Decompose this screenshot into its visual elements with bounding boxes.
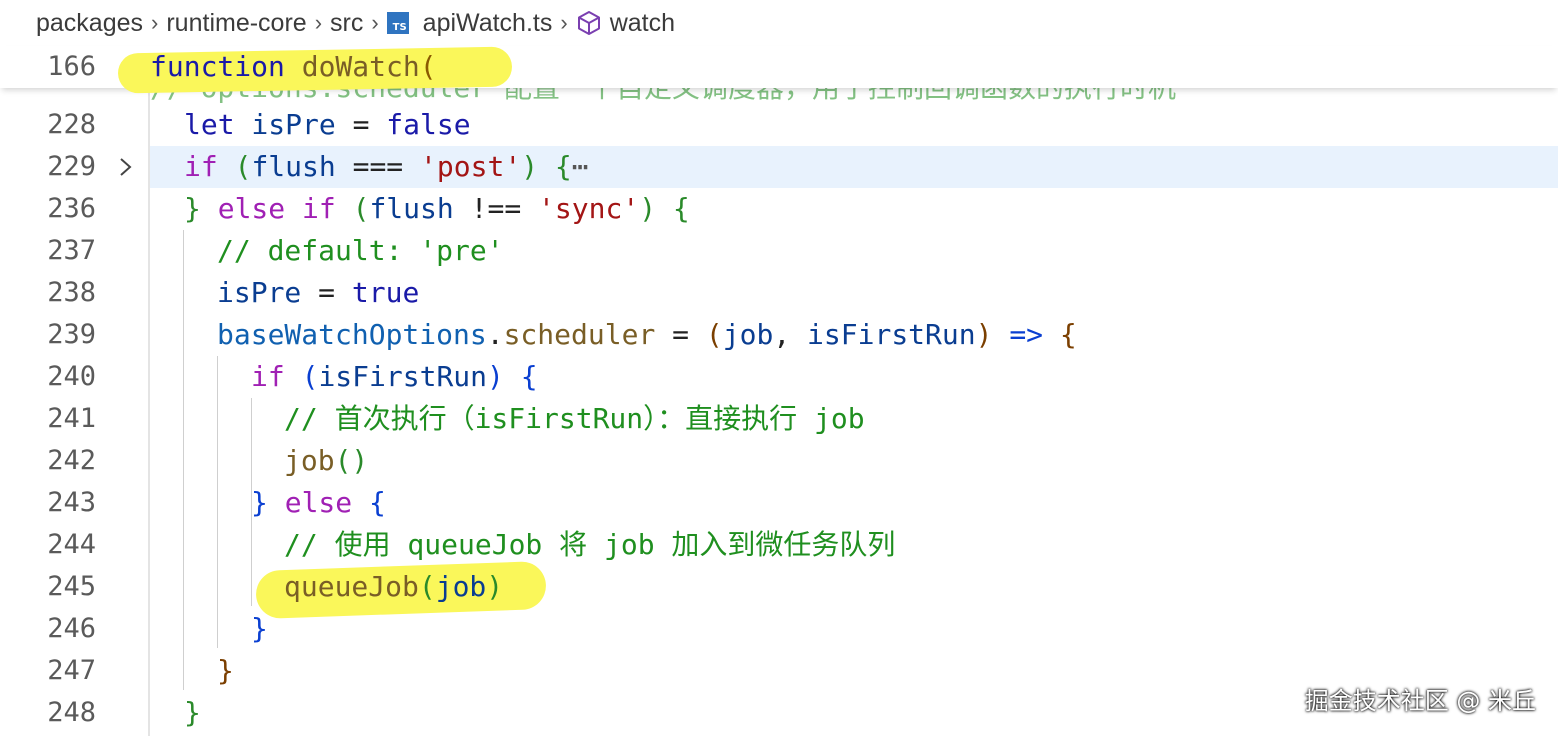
line-number: 229	[47, 151, 96, 182]
chevron-right-icon: ›	[314, 10, 323, 35]
code-line[interactable]: 240 if (isFirstRun) {	[0, 356, 1558, 398]
watermark: 掘金技术社区 @ 米丘	[1304, 687, 1536, 715]
code-text: if (isFirstRun) {	[251, 360, 538, 393]
line-number: 248	[47, 697, 96, 728]
line-number: 246	[47, 613, 96, 644]
code-line-current[interactable]: 229 if (flush === 'post') {⋯	[0, 146, 1558, 188]
code-line[interactable]: 228 let isPre = false	[0, 104, 1558, 146]
breadcrumb-item-file[interactable]: apiWatch.ts	[423, 9, 553, 38]
code-line[interactable]: 238 isPre = true	[0, 272, 1558, 314]
breadcrumb: packages › runtime-core › src › TS apiWa…	[0, 0, 1558, 46]
chevron-right-icon: ›	[560, 10, 568, 35]
line-number: 245	[47, 571, 96, 602]
code-line[interactable]: 236 } else if (flush !== 'sync') {	[0, 188, 1558, 230]
code-line[interactable]: 242 job()	[0, 440, 1558, 482]
indent-guide	[217, 356, 218, 648]
line-number: 244	[47, 529, 96, 560]
line-number: 228	[47, 109, 96, 140]
breadcrumb-item-packages[interactable]: packages	[36, 9, 143, 38]
code-line[interactable]: 244 // 使用 queueJob 将 job 加入到微任务队列	[0, 524, 1558, 566]
chevron-right-icon: ›	[371, 10, 379, 35]
code-text: }	[217, 654, 234, 687]
breadcrumb-item-src[interactable]: src	[330, 9, 363, 38]
code-text: baseWatchOptions.scheduler = (job, isFir…	[217, 318, 1077, 351]
typescript-file-icon: TS	[386, 12, 409, 34]
code-text: isPre = true	[217, 276, 420, 309]
code-text: let isPre = false	[184, 108, 471, 141]
line-number: 166	[47, 51, 96, 82]
comment-text: // 首次执行（isFirstRun）：直接执行 job	[284, 402, 865, 435]
line-number: 241	[47, 403, 96, 434]
code-text: if (flush === 'post') {⋯	[184, 150, 589, 183]
code-line[interactable]: 246 }	[0, 608, 1558, 650]
line-number: 243	[47, 487, 96, 518]
code-text: job()	[284, 444, 369, 477]
code-text: } else {	[251, 486, 386, 519]
sticky-scroll-header[interactable]: 166 function doWatch(	[0, 46, 1558, 94]
code-text: function doWatch(	[150, 50, 437, 83]
code-text: } else if (flush !== 'sync') {	[184, 192, 690, 225]
function-name: doWatch	[301, 50, 420, 83]
line-number: 237	[47, 235, 96, 266]
code-text: }	[184, 696, 201, 729]
code-line[interactable]: 245 queueJob(job)	[0, 566, 1558, 608]
code-line[interactable]: 241 // 首次执行（isFirstRun）：直接执行 job	[0, 398, 1558, 440]
code-line[interactable]: 243 } else {	[0, 482, 1558, 524]
line-number: 239	[47, 319, 96, 350]
line-number: 236	[47, 193, 96, 224]
fold-chevron-icon[interactable]	[116, 155, 136, 179]
comment-text: // default: 'pre'	[217, 234, 504, 267]
indent-guide	[251, 398, 252, 606]
breadcrumb-item-runtime-core[interactable]: runtime-core	[166, 9, 306, 38]
cube-symbol-icon	[576, 10, 602, 36]
line-number: 247	[47, 655, 96, 686]
code-line[interactable]: 239 baseWatchOptions.scheduler = (job, i…	[0, 314, 1558, 356]
folded-ellipsis: ⋯	[571, 150, 589, 183]
code-text: queueJob(job)	[284, 570, 504, 603]
line-number: 242	[47, 445, 96, 476]
code-line[interactable]: 237 // default: 'pre'	[0, 230, 1558, 272]
sticky-line[interactable]: 166 function doWatch(	[0, 46, 1558, 88]
chevron-right-icon: ›	[151, 10, 159, 35]
line-number: 238	[47, 277, 96, 308]
breadcrumb-item-symbol[interactable]: watch	[610, 9, 675, 38]
indent-guide	[183, 230, 184, 690]
comment-text: // 使用 queueJob 将 job 加入到微任务队列	[284, 528, 896, 561]
line-number: 240	[47, 361, 96, 392]
code-text: }	[251, 612, 268, 645]
